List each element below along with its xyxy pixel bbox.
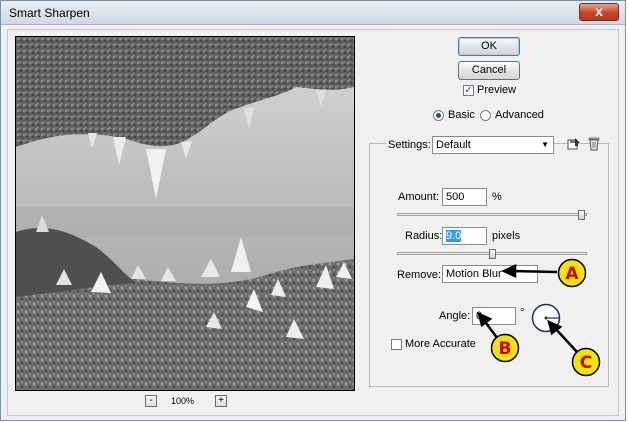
annotation-b-badge: B xyxy=(490,333,520,363)
annotation-arrows xyxy=(477,264,578,353)
annotation-a-letter: A xyxy=(565,264,579,284)
smart-sharpen-dialog: Smart Sharpen x - 100% + OK Cancel ✓ Pre… xyxy=(0,0,626,421)
annotation-b-letter: B xyxy=(499,339,512,359)
annotation-c-letter: C xyxy=(580,353,592,373)
annotation-c-badge: C xyxy=(571,347,601,377)
annotation-a-badge: A xyxy=(557,258,587,288)
